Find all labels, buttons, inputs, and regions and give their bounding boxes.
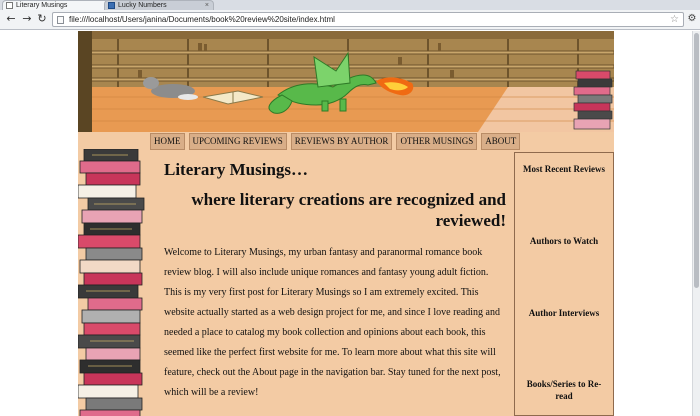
tab-literary-musings[interactable]: Literary Musings × [2, 0, 114, 10]
sidebar-link-most-recent-reviews[interactable]: Most Recent Reviews [515, 163, 613, 175]
page-favicon-icon [108, 2, 115, 9]
scrollbar-thumb[interactable] [694, 33, 699, 288]
nav-upcoming-reviews[interactable]: UPCOMING REVIEWS [188, 133, 287, 150]
star-icon[interactable]: ☆ [670, 13, 679, 26]
nav-home[interactable]: HOME [150, 133, 185, 150]
sidebar-link-author-interviews[interactable]: Author Interviews [515, 307, 613, 319]
main-navigation: HOME UPCOMING REVIEWS REVIEWS BY AUTHOR … [150, 133, 521, 150]
page-title: Literary Musings… [164, 160, 309, 179]
address-bar[interactable]: file:///localhost/Users/janina/Documents… [52, 12, 684, 27]
wrench-icon[interactable]: ⚙ [686, 13, 698, 25]
site-tagline: where literary creations are recognized … [191, 190, 506, 230]
nav-other-musings[interactable]: OTHER MUSINGS [396, 133, 478, 150]
browser-toolbar: ← → ↻ file:///localhost/Users/janina/Doc… [0, 10, 700, 30]
reload-icon[interactable]: ↻ [35, 12, 49, 26]
nav-about[interactable]: ABOUT [481, 133, 521, 150]
page-viewport: HOME UPCOMING REVIEWS REVIEWS BY AUTHOR … [0, 31, 692, 416]
vertical-scrollbar[interactable] [692, 31, 700, 416]
forward-arrow-icon[interactable]: → [20, 12, 34, 26]
close-tab-icon[interactable]: × [205, 1, 209, 10]
page-favicon-icon [6, 2, 13, 9]
sidebar: Most Recent Reviews Authors to Watch Aut… [514, 152, 614, 416]
tab-title: Lucky Numbers [118, 2, 167, 9]
welcome-paragraph: Welcome to Literary Musings, my urban fa… [164, 247, 501, 398]
book-stack-illustration [77, 148, 153, 416]
sidebar-link-authors-to-watch[interactable]: Authors to Watch [515, 235, 613, 247]
main-content: Literary Musings… where literary creatio… [164, 159, 506, 403]
tab-title: Literary Musings [16, 2, 68, 9]
back-arrow-icon[interactable]: ← [4, 12, 18, 26]
tab-strip: Literary Musings × Lucky Numbers × [0, 0, 700, 10]
header-banner [78, 31, 614, 132]
tab-lucky-numbers[interactable]: Lucky Numbers × [104, 0, 214, 10]
sidebar-link-books-series-to-reread[interactable]: Books/Series to Re-read [522, 378, 606, 402]
site-container: HOME UPCOMING REVIEWS REVIEWS BY AUTHOR … [77, 31, 614, 416]
page-icon [57, 16, 64, 24]
nav-reviews-by-author[interactable]: REVIEWS BY AUTHOR [290, 133, 393, 150]
url-text: file:///localhost/Users/janina/Documents… [69, 15, 335, 24]
